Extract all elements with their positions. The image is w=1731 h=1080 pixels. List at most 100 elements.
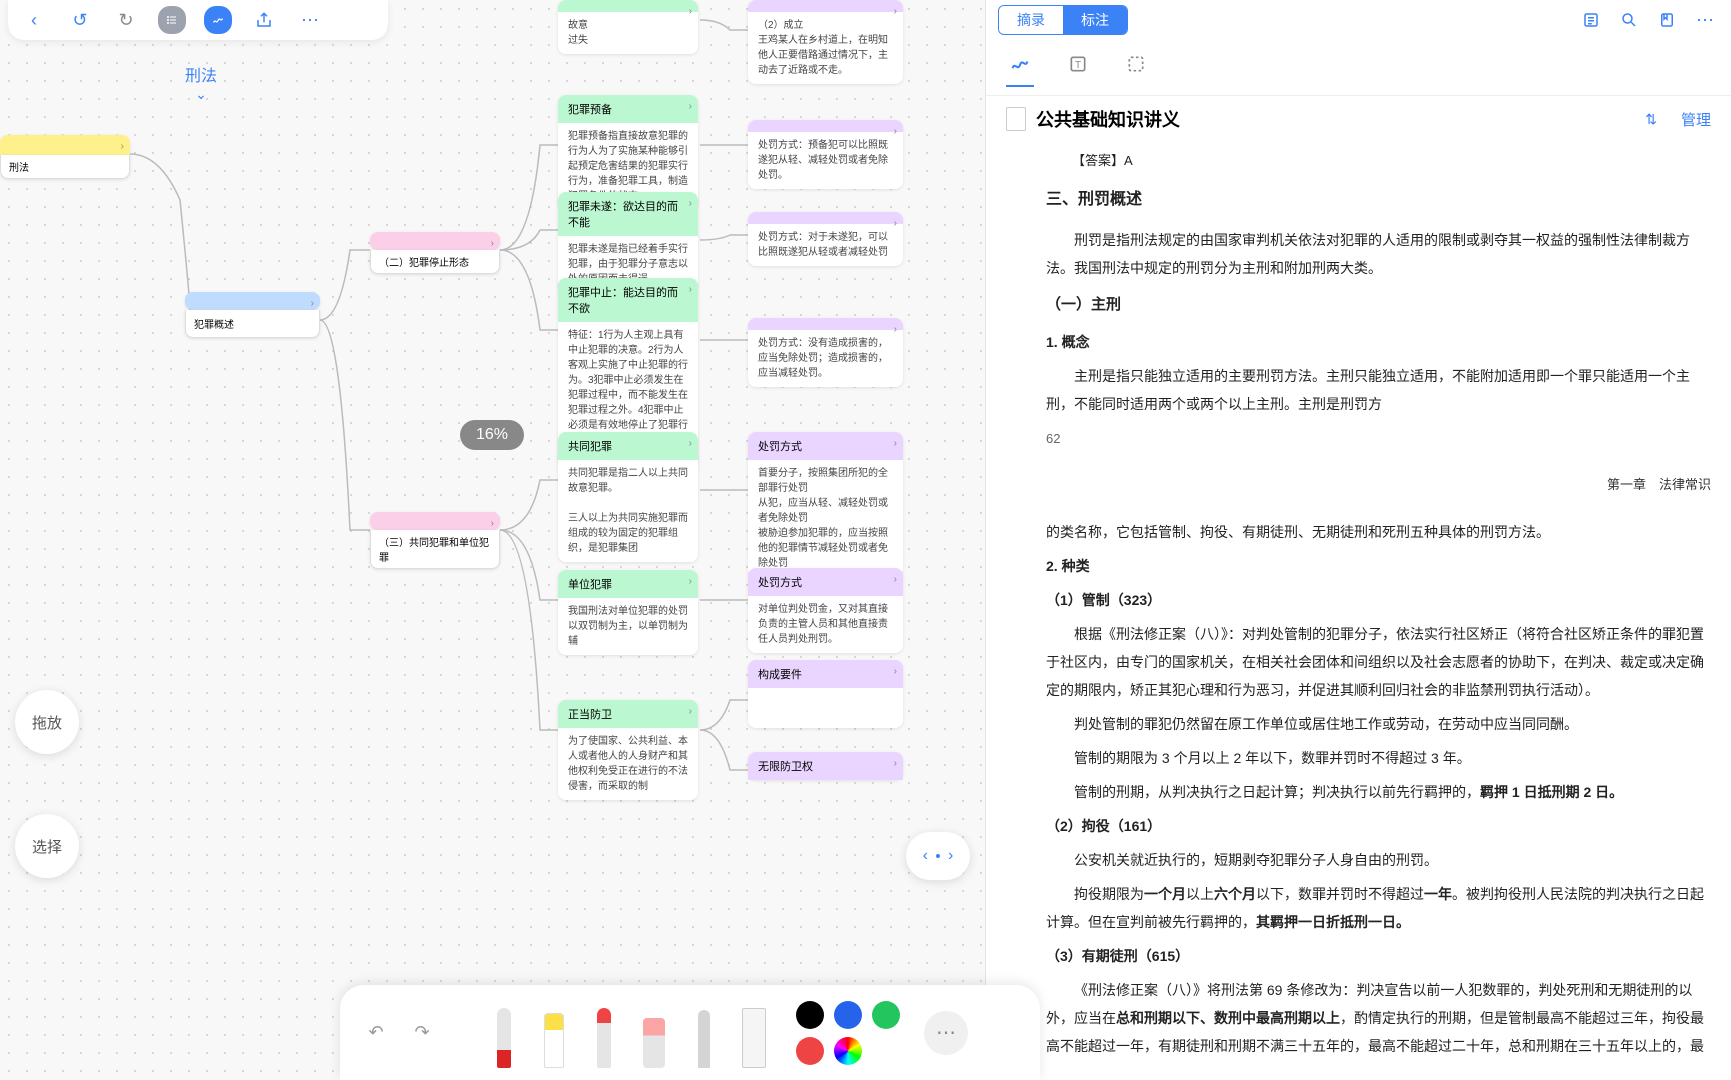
node-prepare-punish[interactable]: › 处罚方式：预备犯可以比照既遂犯从轻、减轻处罚或者免除处罚。: [748, 120, 903, 189]
node-body: 对单位判处罚金，又对其直接负责的主管人员和其他直接责任人员判处刑罚。: [748, 596, 903, 653]
node-header: 犯罪中止：能达目的而不欲›: [558, 278, 698, 322]
chevron-icon: ›: [894, 666, 897, 677]
next-button[interactable]: ›: [948, 847, 953, 865]
node-header: 处罚方式›: [748, 432, 903, 460]
node-sec3[interactable]: （三）共同犯罪和单位犯罪: [370, 530, 500, 569]
more-button[interactable]: ⋯: [296, 6, 324, 34]
node-suspend-punish[interactable]: › 处罚方式：没有造成损害的，应当免除处罚；造成损害的，应当减轻处罚。: [748, 318, 903, 387]
chevron-icon: ›: [689, 101, 692, 112]
node-defense-elem[interactable]: 构成要件›: [748, 660, 903, 728]
doc-list-icon[interactable]: [1577, 6, 1605, 34]
node-section-1[interactable]: 犯罪概述: [185, 310, 320, 338]
chevron-icon: ›: [689, 198, 692, 209]
doc-h4c: 2. 种类: [1046, 552, 1711, 580]
chevron-icon: ›: [689, 706, 692, 717]
pen-tool-red2[interactable]: [586, 998, 622, 1068]
color-red[interactable]: [796, 1037, 824, 1065]
doc-more-icon[interactable]: ⋯: [1691, 6, 1719, 34]
color-black[interactable]: [796, 1001, 824, 1029]
node-header: 犯罪预备›: [558, 95, 698, 123]
doc-h5c: （3）有期徒刑（615）: [1046, 942, 1711, 970]
node-header: 构成要件›: [748, 660, 903, 688]
doc-h4b: 1. 概念: [1046, 328, 1711, 356]
doc-p: 《刑法修正案（八）》将刑法第 69 条修改为：判决宣告以前一人犯数罪的，判处死刑…: [1046, 976, 1711, 1060]
share-button[interactable]: [250, 6, 278, 34]
node-intent-detail[interactable]: › （2）成立 王鸡某人在乡村道上，在明知他人正要借路通过情况下，主动去了近路或…: [748, 0, 903, 84]
outline-button[interactable]: [158, 6, 186, 34]
node-joint[interactable]: 共同犯罪› 共同犯罪是指二人以上共同故意犯罪。三人以上为共同实施犯罪而组成的较为…: [558, 432, 698, 562]
tab-draw[interactable]: [1006, 48, 1034, 87]
select-mode-button[interactable]: 选择: [15, 814, 79, 878]
ruler-tool[interactable]: [736, 998, 772, 1068]
chevron-icon: ›: [894, 126, 897, 137]
eraser-tool[interactable]: [636, 998, 672, 1068]
chevron-icon: ›: [491, 518, 494, 529]
node-header: 单位犯罪›: [558, 570, 698, 598]
chevron-icon: ›: [689, 6, 692, 17]
chevron-icon: ›: [311, 298, 314, 309]
node-header: 处罚方式›: [748, 568, 903, 596]
doc-title: 公共基础知识讲义: [1036, 106, 1180, 132]
node-header: ›: [748, 120, 903, 132]
doc-p: 主刑是指只能独立适用的主要刑罚方法。主刑只能独立适用，不能附加适用即一个罪只能适…: [1046, 362, 1711, 418]
pen-tool-red[interactable]: [486, 998, 522, 1068]
seg-annotation[interactable]: 标注: [1063, 6, 1127, 34]
node-body: 首要分子，按照集团所犯的全部罪行处罚 从犯，应当从轻、减轻处罚或者免除处罚 被胁…: [748, 460, 903, 577]
node-body: 处罚方式：预备犯可以比照既遂犯从轻、减轻处罚或者免除处罚。: [748, 132, 903, 189]
doc-page-num: 62: [1046, 426, 1711, 452]
canvas-mode-buttons: 拖放 选择: [15, 690, 79, 878]
doc-h3: 三、刑罚概述: [1046, 184, 1711, 216]
highlighter-tool[interactable]: [536, 998, 572, 1068]
node-body: （2）成立 王鸡某人在乡村道上，在明知他人正要借路通过情况下，主动去了近路或不走…: [748, 12, 903, 84]
prev-button[interactable]: ‹: [923, 847, 928, 865]
drag-mode-button[interactable]: 拖放: [15, 690, 79, 754]
back-button[interactable]: ‹: [20, 6, 48, 34]
doc-p: 刑罚是指刑法规定的由国家审判机关依法对犯罪的人适用的限制或剥夺其一权益的强制性法…: [1046, 226, 1711, 282]
doc-segment: 摘录 标注: [998, 5, 1128, 35]
doc-h4: （一）主刑: [1046, 290, 1711, 320]
node-sec2[interactable]: （二）犯罪停止形态: [370, 250, 500, 274]
sort-button[interactable]: ⇅: [1645, 111, 1657, 128]
doc-content[interactable]: 【答案】A 三、刑罚概述 刑罚是指刑法规定的由国家审判机关依法对犯罪的人适用的限…: [986, 142, 1731, 1080]
pen-redo-button[interactable]: ↷: [406, 1017, 438, 1049]
manage-button[interactable]: 管理: [1681, 109, 1711, 130]
chevron-icon: ›: [894, 438, 897, 449]
node-unit-punish[interactable]: 处罚方式› 对单位判处罚金，又对其直接负责的主管人员和其他直接责任人员判处刑罚。: [748, 568, 903, 653]
doc-search-icon[interactable]: [1615, 6, 1643, 34]
undo-button[interactable]: ↺: [66, 6, 94, 34]
seg-excerpt[interactable]: 摘录: [999, 6, 1063, 34]
color-green[interactable]: [872, 1001, 900, 1029]
pencil-tool[interactable]: [686, 998, 722, 1068]
doc-bookmark-icon[interactable]: [1653, 6, 1681, 34]
node-sec2-head[interactable]: ›: [370, 232, 500, 250]
node-header: 犯罪未遂：欲达目的而不能›: [558, 192, 698, 236]
node-attempt-punish[interactable]: › 处罚方式：对于未遂犯，可以比照既遂犯从轻或者减轻处罚: [748, 212, 903, 266]
chevron-icon: ›: [689, 284, 692, 295]
node-sec3-head[interactable]: ›: [370, 512, 500, 530]
node-header: ›: [558, 0, 698, 12]
chevron-icon: ›: [689, 438, 692, 449]
doc-p: 管制的期限为 3 个月以上 2 年以下，数罪并罚时不得超过 3 年。: [1046, 744, 1711, 772]
color-picker[interactable]: [834, 1037, 862, 1065]
color-palette: [796, 1001, 900, 1065]
node-unit[interactable]: 单位犯罪› 我国刑法对单位犯罪的处罚以双罚制为主，以单罚制为辅: [558, 570, 698, 655]
doc-p: 公安机关就近执行的，短期剥夺犯罪分子人身自由的刑罚。: [1046, 846, 1711, 874]
draw-button[interactable]: [204, 6, 232, 34]
node-section-1-head[interactable]: ›: [185, 292, 320, 310]
color-blue[interactable]: [834, 1001, 862, 1029]
tab-text[interactable]: T: [1064, 48, 1092, 87]
pen-toolbar: ↶ ↷ ⋯: [340, 985, 1040, 1080]
node-header: 无限防卫权›: [748, 752, 903, 780]
pen-undo-button[interactable]: ↶: [360, 1017, 392, 1049]
mindmap-canvas[interactable]: › 刑法 › 犯罪概述 › （二）犯罪停止形态 › （三）共同犯罪和单位犯罪 ›…: [0, 0, 985, 1080]
pen-more-button[interactable]: ⋯: [924, 1011, 968, 1055]
node-defense[interactable]: 正当防卫› 为了使国家、公共利益、本人或者他人的人身财产和其他权利免受正在进行的…: [558, 700, 698, 800]
redo-button[interactable]: ↻: [112, 6, 140, 34]
doc-chapter: 第一章 法律常识: [1046, 472, 1711, 498]
chevron-icon: ›: [894, 324, 897, 335]
tab-select[interactable]: [1122, 48, 1150, 87]
node-intent[interactable]: › 故意过失: [558, 0, 698, 54]
node-joint-punish[interactable]: 处罚方式› 首要分子，按照集团所犯的全部罪行处罚 从犯，应当从轻、减轻处罚或者免…: [748, 432, 903, 577]
node-root-body[interactable]: 刑法: [0, 155, 130, 179]
node-defense-unlimited[interactable]: 无限防卫权›: [748, 752, 903, 780]
